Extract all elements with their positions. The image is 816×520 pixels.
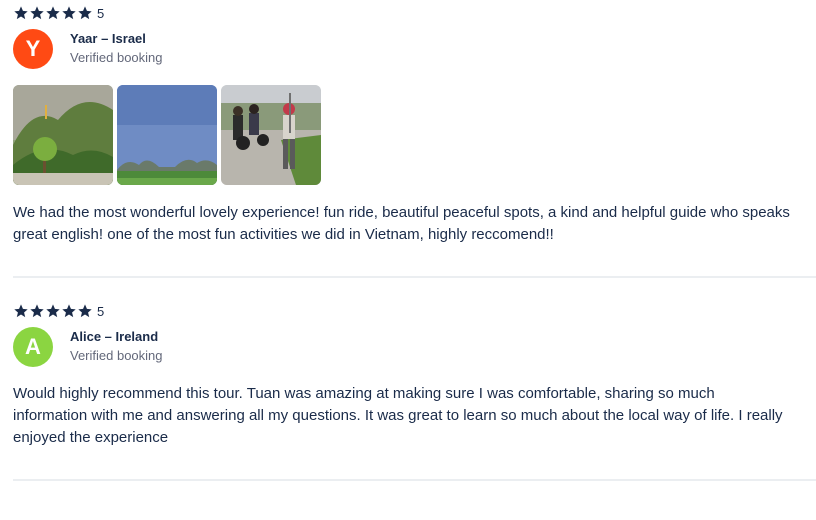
star-icon (13, 5, 29, 21)
star-rating: 5 (13, 301, 816, 321)
verified-badge: Verified booking (70, 50, 163, 65)
avatar: A (13, 327, 53, 367)
review-card: 5 Y Yaar – Israel Verified booking We ha… (0, 3, 816, 246)
star-icon (45, 303, 61, 319)
star-icon (29, 303, 45, 319)
avatar-letter: A (25, 334, 41, 359)
review-divider (13, 276, 816, 278)
review-text: We had the most wonderful lovely experie… (13, 204, 790, 243)
avatar-letter: Y (25, 36, 41, 61)
star-icon (77, 303, 93, 319)
author-meta: Alice – Ireland Verified booking (70, 328, 163, 366)
star-icon (61, 303, 77, 319)
author-name: Alice – Ireland (70, 329, 159, 344)
rating-value: 5 (97, 5, 105, 21)
star-icon (29, 5, 45, 21)
rating-value: 5 (97, 303, 105, 319)
review-photo[interactable] (13, 85, 113, 185)
star-icon (13, 303, 29, 319)
avatar: Y (13, 29, 53, 69)
review-photo[interactable] (221, 85, 321, 185)
author-name: Yaar – Israel (70, 31, 146, 46)
review-divider (13, 479, 816, 481)
verified-badge: Verified booking (70, 348, 163, 363)
review-photos (13, 85, 816, 185)
review-card: 5 A Alice – Ireland Verified booking Wou… (0, 301, 816, 449)
author-meta: Yaar – Israel Verified booking (70, 30, 163, 68)
review-author: Y Yaar – Israel Verified booking (13, 29, 816, 69)
star-icon (61, 5, 77, 21)
star-icon (45, 5, 61, 21)
star-rating: 5 (13, 3, 816, 23)
review-photo[interactable] (117, 85, 217, 185)
review-text: Would highly recommend this tour. Tuan w… (13, 385, 783, 446)
star-icon (77, 5, 93, 21)
review-author: A Alice – Ireland Verified booking (13, 327, 816, 367)
